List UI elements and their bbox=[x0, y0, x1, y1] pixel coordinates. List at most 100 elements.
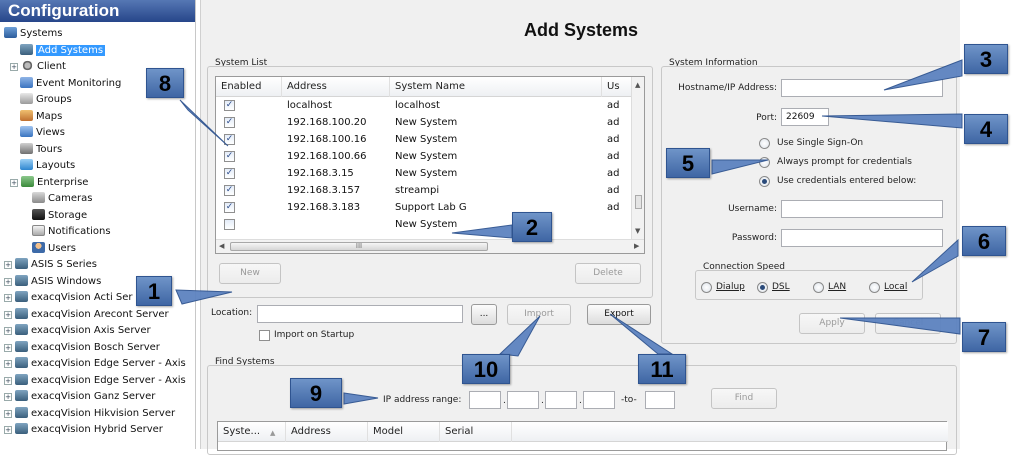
expand-icon[interactable]: + bbox=[4, 261, 12, 269]
import-on-startup-checkbox[interactable] bbox=[259, 330, 270, 341]
expand-icon[interactable]: + bbox=[4, 426, 12, 434]
ip-start-octet-4[interactable] bbox=[583, 391, 615, 409]
system-list-grid[interactable]: Enabled Address System Name Us ✓ localhos… bbox=[215, 76, 645, 254]
expand-icon[interactable]: + bbox=[4, 393, 12, 401]
table-row[interactable]: ✓ 192.168.3.157 streampi ad bbox=[216, 183, 632, 198]
table-row[interactable]: ✓ 192.168.100.16 New System ad bbox=[216, 132, 632, 147]
enabled-checkbox[interactable]: ✓ bbox=[224, 134, 235, 145]
column-enabled[interactable]: Enabled bbox=[216, 77, 282, 97]
expand-icon[interactable]: + bbox=[4, 294, 12, 302]
expand-icon[interactable]: + bbox=[4, 343, 12, 352]
tree-item[interactable]: Systems bbox=[4, 27, 63, 40]
tree-item[interactable]: + exacqVision Arecont Server bbox=[4, 307, 169, 321]
expand-icon[interactable]: + bbox=[10, 63, 18, 71]
expand-icon[interactable]: + bbox=[4, 277, 12, 286]
connection-speed-radio[interactable] bbox=[757, 282, 768, 293]
tree-item[interactable]: + ASIS Windows bbox=[4, 274, 101, 288]
ip-start-octet-1[interactable] bbox=[469, 391, 501, 409]
tree-item[interactable]: + exacqVision Hikvision Server bbox=[4, 406, 175, 420]
column-found-address[interactable]: Address bbox=[286, 422, 368, 442]
server-icon bbox=[15, 423, 28, 434]
expand-icon[interactable]: + bbox=[4, 310, 12, 319]
table-row[interactable]: ✓ 192.168.3.183 Support Lab G ad bbox=[216, 200, 632, 215]
enabled-checkbox[interactable]: ✓ bbox=[224, 185, 235, 196]
connection-speed-radio[interactable] bbox=[869, 282, 880, 293]
table-row[interactable]: New System bbox=[216, 217, 632, 232]
tree-item[interactable]: Views bbox=[20, 126, 65, 139]
scroll-down-icon[interactable]: ▼ bbox=[635, 227, 640, 235]
vscroll-thumb[interactable] bbox=[635, 195, 642, 209]
column-system[interactable]: Syste... bbox=[218, 422, 286, 442]
expand-icon[interactable]: + bbox=[4, 409, 12, 418]
tree-item[interactable]: + exacqVision Bosch Server bbox=[4, 340, 160, 354]
tree-item[interactable]: + exacqVision Edge Server - Axis bbox=[4, 373, 186, 387]
column-address[interactable]: Address bbox=[282, 77, 390, 97]
delete-button[interactable]: Delete bbox=[575, 263, 641, 284]
tree-item[interactable]: Layouts bbox=[20, 159, 75, 172]
tree-item[interactable]: Add Systems bbox=[20, 43, 106, 57]
expand-icon[interactable]: + bbox=[10, 178, 18, 187]
tree-item[interactable]: Notifications bbox=[32, 225, 111, 238]
connection-speed-radio[interactable] bbox=[813, 282, 824, 293]
port-input[interactable]: 22609 bbox=[781, 108, 829, 126]
browse-button[interactable]: ... bbox=[471, 304, 497, 325]
export-button[interactable]: Export bbox=[587, 304, 651, 325]
credential-radio[interactable] bbox=[759, 138, 770, 149]
tree-item[interactable]: + exacqVision Acti Ser bbox=[4, 291, 133, 304]
tree-item[interactable]: Maps bbox=[20, 109, 62, 123]
cell-name: streampi bbox=[395, 185, 440, 196]
enabled-checkbox[interactable]: ✓ bbox=[224, 151, 235, 162]
enabled-checkbox[interactable]: ✓ bbox=[224, 117, 235, 128]
hscroll-thumb[interactable]: III bbox=[230, 242, 488, 251]
password-input[interactable] bbox=[781, 229, 943, 247]
tree-item[interactable]: + Client bbox=[10, 60, 66, 73]
credential-radio[interactable] bbox=[759, 176, 770, 187]
tree-item[interactable]: Users bbox=[32, 241, 76, 255]
system-list-hscroll[interactable]: ◀ III ▶ bbox=[216, 239, 644, 253]
credential-radio[interactable] bbox=[759, 157, 770, 168]
apply-button[interactable]: Apply bbox=[799, 313, 865, 334]
enabled-checkbox[interactable]: ✓ bbox=[224, 168, 235, 179]
column-system-name[interactable]: System Name bbox=[390, 77, 602, 97]
new-button[interactable]: New bbox=[219, 263, 281, 284]
enabled-checkbox[interactable] bbox=[224, 219, 235, 230]
hostname-input[interactable] bbox=[781, 79, 943, 97]
ip-start-octet-3[interactable] bbox=[545, 391, 577, 409]
find-button[interactable]: Find bbox=[711, 388, 777, 409]
expand-icon[interactable]: + bbox=[4, 327, 12, 335]
table-row[interactable]: ✓ 192.168.100.66 New System ad bbox=[216, 149, 632, 164]
tree-item[interactable]: Storage bbox=[32, 208, 87, 222]
expand-icon[interactable]: + bbox=[4, 376, 12, 385]
tree-item[interactable]: Cameras bbox=[32, 192, 92, 205]
column-model[interactable]: Model bbox=[368, 422, 440, 442]
scroll-left-icon[interactable]: ◀ bbox=[219, 242, 224, 250]
tree-item[interactable]: + exacqVision Axis Server bbox=[4, 324, 151, 337]
enabled-checkbox[interactable]: ✓ bbox=[224, 202, 235, 213]
tree-item[interactable]: + exacqVision Hybrid Server bbox=[4, 423, 163, 436]
location-input[interactable] bbox=[257, 305, 463, 323]
column-username[interactable]: Us bbox=[602, 77, 632, 97]
ip-start-octet-2[interactable] bbox=[507, 391, 539, 409]
expand-icon[interactable]: + bbox=[4, 360, 12, 368]
ip-end-octet-1[interactable] bbox=[645, 391, 675, 409]
tree-item[interactable]: Event Monitoring bbox=[20, 76, 121, 90]
cancel-button[interactable]: Cancel bbox=[875, 313, 941, 334]
system-list-vscroll[interactable]: ▲ ▼ bbox=[631, 77, 644, 239]
enabled-checkbox[interactable]: ✓ bbox=[224, 100, 235, 111]
tree-item[interactable]: + Enterprise bbox=[10, 175, 88, 189]
tree-item[interactable]: Tours bbox=[20, 142, 62, 156]
tree-item[interactable]: + ASIS S Series bbox=[4, 258, 97, 271]
scroll-right-icon[interactable]: ▶ bbox=[634, 242, 639, 250]
table-row[interactable]: ✓ localhost localhost ad bbox=[216, 98, 632, 113]
table-row[interactable]: ✓ 192.168.3.15 New System ad bbox=[216, 166, 632, 181]
tree-item[interactable]: + exacqVision Edge Server - Axis bbox=[4, 357, 186, 370]
tree-item[interactable]: Groups bbox=[20, 93, 72, 106]
connection-speed-radio[interactable] bbox=[701, 282, 712, 293]
column-serial[interactable]: Serial bbox=[440, 422, 512, 442]
import-button[interactable]: Import bbox=[507, 304, 571, 325]
tree-item[interactable]: + exacqVision Ganz Server bbox=[4, 390, 155, 403]
table-row[interactable]: ✓ 192.168.100.20 New System ad bbox=[216, 115, 632, 130]
found-systems-grid[interactable]: Syste... ▲ Address Model Serial bbox=[217, 421, 948, 451]
scroll-up-icon[interactable]: ▲ bbox=[635, 81, 640, 89]
username-input[interactable] bbox=[781, 200, 943, 218]
